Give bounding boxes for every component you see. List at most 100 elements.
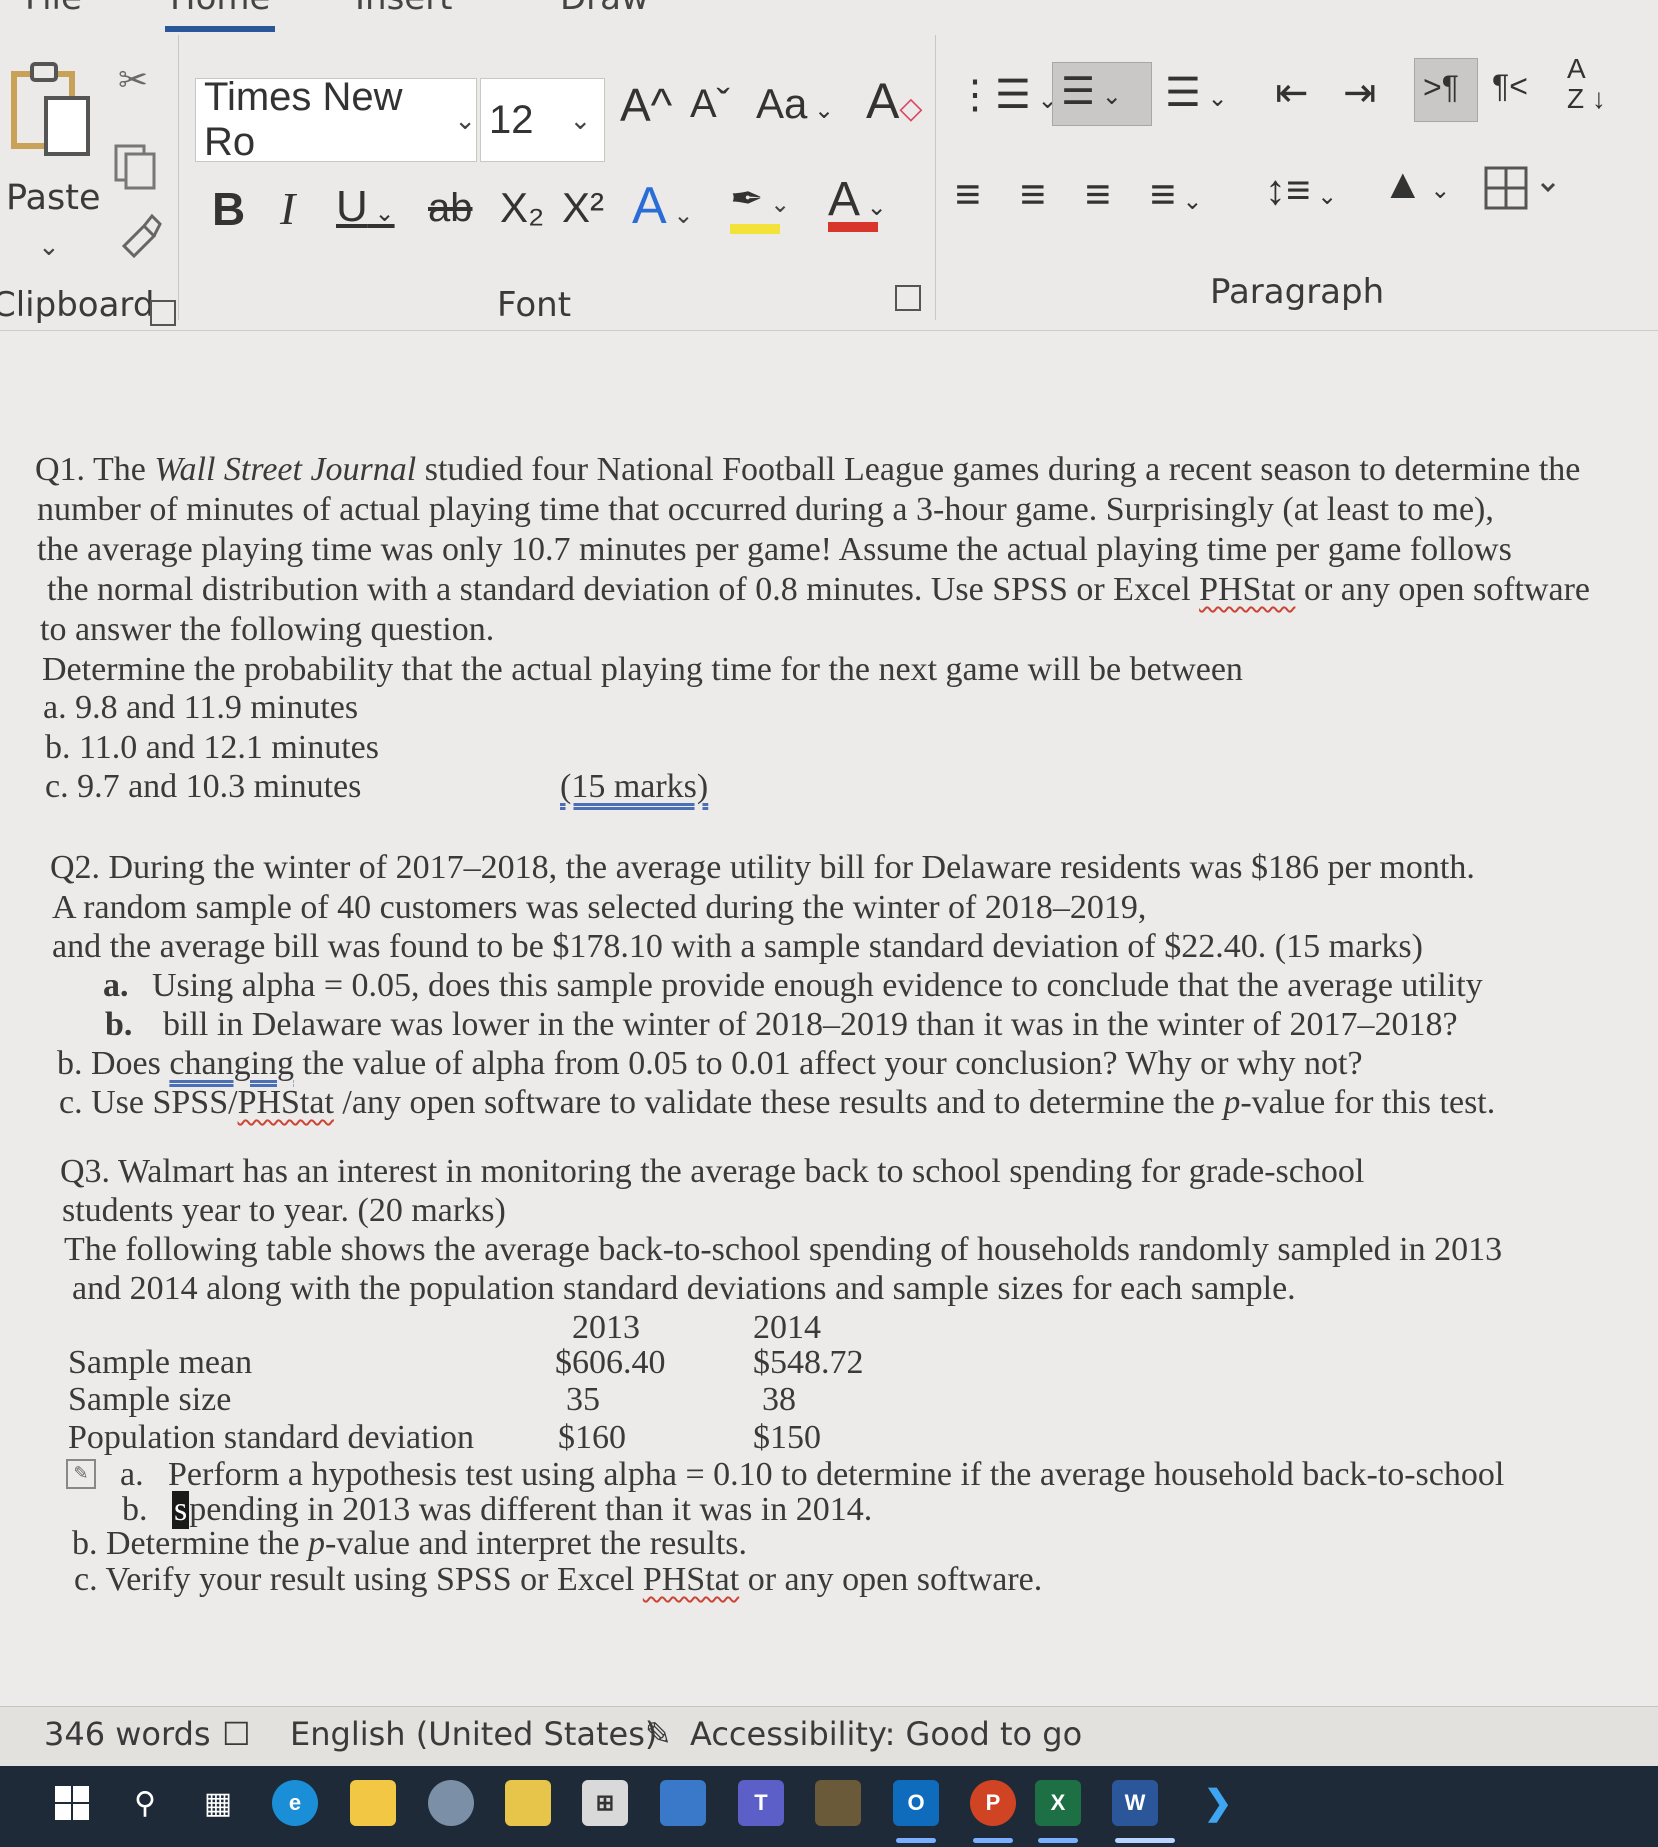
ltr-button[interactable]: >¶ [1414,58,1478,122]
table-cell: $606.40 [555,1344,666,1381]
tab-draw[interactable]: Draw [560,0,649,18]
excel-icon[interactable]: X [1035,1780,1081,1826]
line-spacing-button[interactable]: ↕≡ ⌄ [1265,166,1337,214]
align-left-icon[interactable]: ≡ [955,170,981,220]
text-effects-button[interactable]: A ⌄ [632,176,693,236]
strikethrough-button[interactable]: ab [428,186,473,231]
tab-insert[interactable]: Insert [355,0,453,18]
justify-button[interactable]: ≡ ⌄ [1150,170,1202,220]
q1-line-1: Q1. The Wall Street Journal studied four… [35,451,1580,489]
align-center-icon[interactable]: ≡ [1020,170,1046,220]
font-size-dropdown[interactable]: 12 ⌄ [480,78,605,162]
q3-part-c-prefix: c. Verify your result using SPSS or Exce… [74,1561,643,1598]
align-right-icon[interactable]: ≡ [1085,170,1111,220]
powerpoint-icon[interactable]: P [970,1780,1016,1826]
q3-part-b: b. Determine the p-value and interpret t… [72,1525,747,1563]
active-app-indicator [973,1838,1013,1843]
borders-button[interactable] [1484,164,1564,212]
edge-browser-icon[interactable]: e [272,1780,318,1826]
store-icon[interactable] [660,1780,706,1826]
autocorrect-options-icon[interactable]: ✎ [66,1459,96,1489]
q2-part-b-prefix: b. Does [57,1045,170,1082]
highlight-button[interactable]: ✒ ⌄ [730,176,790,234]
increase-indent-icon[interactable]: ⇥ [1343,70,1377,116]
q3-part-b-prefix: b. Determine the [72,1525,309,1562]
table-header-2013: 2013 [572,1309,640,1346]
calculator-icon[interactable]: ⊞ [582,1780,628,1826]
grammar-flag-word[interactable]: changing [169,1045,294,1082]
accessibility-status[interactable]: Accessibility: Good to go [690,1715,1082,1753]
subscript-button[interactable]: X₂ [500,184,544,232]
ribbon: File Home Insert Draw Paste ⌄ ✂ Clipboar… [0,0,1658,331]
q2-line-1: Q2. During the winter of 2017–2018, the … [50,849,1475,886]
spellcheck-word[interactable]: PHStat [1199,571,1295,608]
journal-title: Wall Street Journal [154,451,417,488]
q3-list-label-a: a. [120,1456,144,1493]
font-launcher-icon[interactable] [895,285,921,311]
q3-part-a-cont-text: pending in 2013 was different than it wa… [189,1491,873,1528]
shrink-font-button[interactable]: Aˇ [690,82,730,127]
clear-formatting-icon[interactable]: A◇ [866,72,922,130]
superscript-button[interactable]: X² [562,184,604,232]
sort-button[interactable]: A Z ↓ [1567,54,1607,114]
q2-part-b-suffix: the value of alpha from 0.05 to 0.01 aff… [294,1045,1363,1082]
bold-button[interactable]: B [212,182,245,236]
cut-icon[interactable]: ✂ [118,60,148,101]
justify-icon: ≡ [1150,170,1176,219]
change-case-button[interactable]: Aa ⌄ [756,80,834,128]
vscode-icon[interactable]: ❯ [1195,1780,1241,1826]
teams-icon[interactable]: T [738,1780,784,1826]
word-count[interactable]: 346 words [44,1715,211,1753]
format-painter-icon[interactable] [116,212,162,258]
file-explorer-icon[interactable] [350,1780,396,1826]
highlighter-icon: ✒ [730,177,764,221]
paint-icon[interactable] [428,1780,474,1826]
decrease-indent-icon[interactable]: ⇤ [1275,70,1309,116]
rtl-button[interactable]: ¶< [1492,68,1528,105]
q1-line-4-suffix: or any open software [1295,571,1591,608]
tab-file[interactable]: File [25,0,82,18]
numbering-button[interactable]: ☰ ⌄ [1052,62,1152,126]
table-header-2014: 2014 [753,1309,821,1346]
q2-part-a: Using alpha = 0.05, does this sample pro… [152,967,1483,1004]
active-app-indicator [896,1838,936,1843]
table-row-label: Population standard deviation [68,1419,475,1456]
clipboard-launcher-icon[interactable] [150,300,176,326]
sticky-notes-icon[interactable] [505,1780,551,1826]
shading-button[interactable]: ▲ ⌄ [1382,160,1450,208]
q3-part-c: c. Verify your result using SPSS or Exce… [74,1561,1042,1599]
tab-home[interactable]: Home [170,0,270,18]
grow-font-button[interactable]: A^ [620,78,672,132]
search-icon[interactable]: ⚲ [122,1780,168,1826]
language-indicator[interactable]: English (United States) [290,1715,657,1753]
divider [935,35,936,320]
paste-icon[interactable] [10,60,92,160]
shading-icon: ▲ [1382,160,1424,207]
task-view-icon[interactable]: ▦ [195,1780,241,1826]
spellcheck-word[interactable]: PHStat [643,1561,739,1598]
spellcheck-word[interactable]: PHStat [238,1084,334,1121]
word-icon[interactable]: W [1112,1780,1158,1826]
copy-icon[interactable] [112,142,160,192]
text-cursor[interactable]: s [172,1491,190,1529]
chart-app-icon[interactable] [815,1780,861,1826]
document-page[interactable]: Q1. The Wall Street Journal studied four… [0,331,1658,1706]
chevron-down-icon: ⌄ [569,104,592,135]
windows-start-icon[interactable] [55,1786,89,1820]
paste-button[interactable]: Paste [6,178,100,218]
q1-line-3: the average playing time was only 10.7 m… [37,531,1512,568]
font-name-dropdown[interactable]: Times New Ro ⌄ [195,75,477,164]
font-name-value: Times New Ro [204,75,403,164]
q2-list-label-a: a. [103,967,129,1004]
table-row-label: Sample size [68,1381,232,1418]
font-size-value: 12 [489,97,534,142]
italic-button[interactable]: I [280,182,295,235]
q1-line-5: to answer the following question. [40,611,495,648]
font-color-button[interactable]: A ⌄ [828,172,887,232]
bullets-button[interactable]: ⋮☰ ⌄ [955,72,1058,118]
proofing-icon[interactable]: ☐ [222,1715,251,1753]
outlook-icon[interactable]: O [893,1780,939,1826]
paste-dropdown-chevron-icon[interactable]: ⌄ [38,232,60,262]
underline-button[interactable]: U ⌄ [336,182,395,232]
multilevel-list-button[interactable]: ☰ ⌄ [1165,70,1228,116]
